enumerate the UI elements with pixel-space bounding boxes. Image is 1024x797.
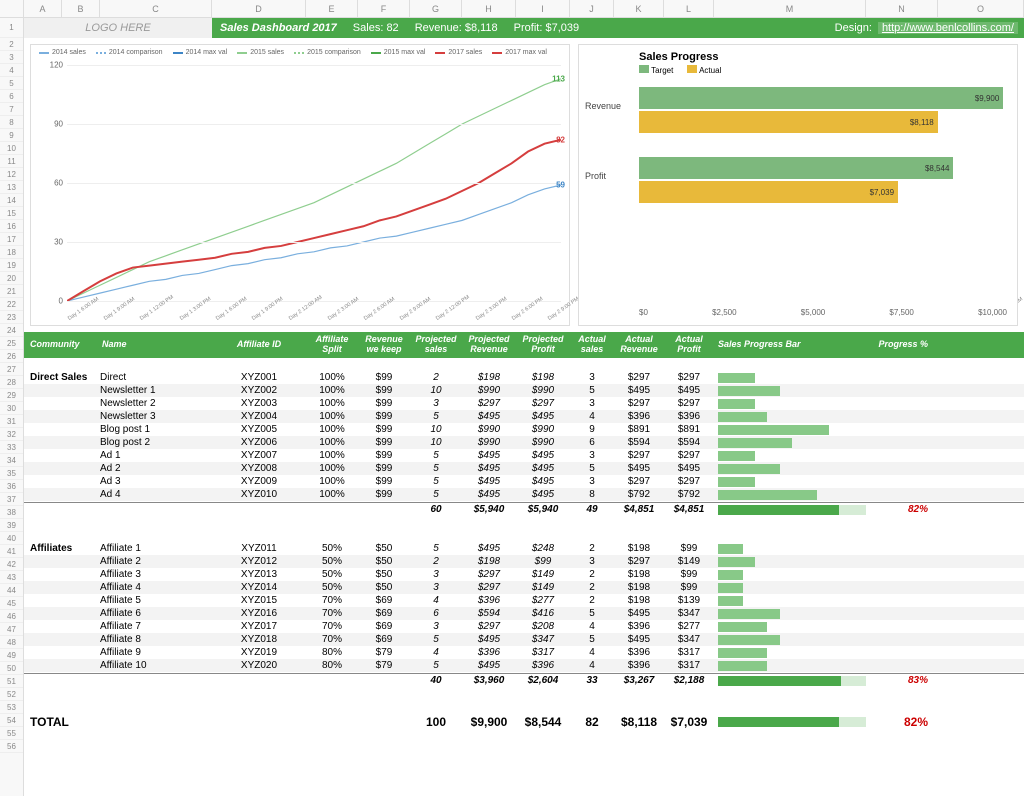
table-row[interactable]: Ad 4XYZ010100%$995$495$4958$792$792	[24, 488, 1024, 501]
dashboard-title: Sales Dashboard 2017	[212, 22, 345, 34]
data-table: Direct SalesDirectXYZ001100%$992$198$198…	[24, 358, 1024, 796]
table-row[interactable]: Ad 1XYZ007100%$995$495$4953$297$297	[24, 449, 1024, 462]
sales-label: Sales:	[353, 22, 384, 34]
total-row: TOTAL100$9,900$8,54482$8,118$7,03982%	[24, 713, 1024, 731]
table-row[interactable]: AffiliatesAffiliate 1XYZ01150%$505$495$2…	[24, 542, 1024, 555]
sales-time-chart: 2014 sales 2014 comparison 2014 max val 201…	[30, 44, 570, 326]
profit-value: $7,039	[545, 22, 579, 34]
table-row[interactable]: Affiliate 6XYZ01670%$696$594$4165$495$34…	[24, 607, 1024, 620]
legend-item: 2015 sales	[237, 49, 284, 56]
bar-category-label: Revenue	[585, 101, 621, 111]
bar: $7,039	[639, 181, 898, 203]
table-row[interactable]: Newsletter 2XYZ003100%$993$297$2973$297$…	[24, 397, 1024, 410]
table-header-cell: Actual Profit	[664, 335, 714, 355]
table-row[interactable]: Affiliate 9XYZ01980%$794$396$3174$396$31…	[24, 646, 1024, 659]
row-header-column: 1234567891011121314151617181920212223242…	[0, 18, 24, 796]
table-row[interactable]: Affiliate 2XYZ01250%$502$198$993$297$149	[24, 555, 1024, 568]
table-row[interactable]: Affiliate 10XYZ02080%$795$495$3964$396$3…	[24, 659, 1024, 672]
legend-item: Actual	[687, 65, 721, 75]
bar-chart-legend: Target Actual	[579, 65, 1017, 75]
table-row[interactable]: Blog post 1XYZ005100%$9910$990$9909$891$…	[24, 423, 1024, 436]
legend-item: 2015 max val	[371, 49, 426, 56]
bar-category-label: Profit	[585, 171, 606, 181]
table-header-cell: Progress %	[866, 340, 938, 350]
table-row[interactable]: Newsletter 1XYZ002100%$9910$990$9905$495…	[24, 384, 1024, 397]
design-label: Design:	[827, 22, 878, 34]
bar-chart-title: Sales Progress	[579, 45, 1017, 65]
legend-item: 2017 max val	[492, 49, 547, 56]
legend-item: 2014 sales	[39, 49, 86, 56]
table-header-cell: Community	[24, 340, 100, 350]
revenue-label: Revenue:	[415, 22, 462, 34]
logo-placeholder: LOGO HERE	[24, 18, 212, 38]
table-header-cell: Projected Revenue	[462, 335, 516, 355]
table-header-cell: Name	[100, 340, 212, 350]
profit-label: Profit:	[514, 22, 543, 34]
table-row[interactable]: Direct SalesDirectXYZ001100%$992$198$198…	[24, 371, 1024, 384]
bar: $9,900	[639, 87, 1003, 109]
bar: $8,118	[639, 111, 938, 133]
sales-summary: Sales: 82	[345, 22, 407, 34]
legend-item: 2017 sales	[435, 49, 482, 56]
table-row[interactable]: Ad 2XYZ008100%$995$495$4955$495$495	[24, 462, 1024, 475]
table-header-cell: Projected sales	[410, 335, 462, 355]
column-header-row: ABCDEFGHIJKLMNO	[0, 0, 1024, 18]
legend-item: Target	[639, 65, 673, 75]
table-header-cell: Affiliate ID	[212, 340, 306, 350]
design-link[interactable]: http://www.benlcollins.com/	[878, 22, 1018, 34]
sales-value: 82	[386, 22, 398, 34]
table-row[interactable]: Blog post 2XYZ006100%$9910$990$9906$594$…	[24, 436, 1024, 449]
table-row[interactable]: Affiliate 4XYZ01450%$503$297$1492$198$99	[24, 581, 1024, 594]
table-header-cell: Actual Revenue	[614, 335, 664, 355]
subtotal-row: 60$5,940$5,94049$4,851$4,85182%	[24, 502, 1024, 516]
spreadsheet: ABCDEFGHIJKLMNO 123456789101112131415161…	[0, 0, 1024, 796]
table-header-cell: Affiliate Split	[306, 335, 358, 355]
bar: $8,544	[639, 157, 953, 179]
revenue-summary: Revenue: $8,118	[407, 22, 506, 34]
table-header-cell: Sales Progress Bar	[714, 340, 866, 350]
table-row[interactable]: Ad 3XYZ009100%$995$495$4953$297$297	[24, 475, 1024, 488]
table-row[interactable]: Affiliate 8XYZ01870%$695$495$3475$495$34…	[24, 633, 1024, 646]
table-header-row: CommunityNameAffiliate IDAffiliate Split…	[24, 332, 1024, 358]
line-chart-legend: 2014 sales 2014 comparison 2014 max val 201…	[31, 45, 569, 60]
subtotal-row: 40$3,960$2,60433$3,267$2,18883%	[24, 673, 1024, 687]
table-header-cell: Actual sales	[570, 335, 614, 355]
revenue-value: $8,118	[465, 22, 498, 34]
legend-item: 2015 comparison	[294, 49, 361, 56]
table-header-cell: Revenue we keep	[358, 335, 410, 355]
dashboard-header: LOGO HERE Sales Dashboard 2017 Sales: 82…	[24, 18, 1024, 38]
legend-item: 2014 comparison	[96, 49, 163, 56]
table-row[interactable]: Newsletter 3XYZ004100%$995$495$4954$396$…	[24, 410, 1024, 423]
table-row[interactable]: Affiliate 5XYZ01570%$694$396$2772$198$13…	[24, 594, 1024, 607]
sales-progress-chart: Sales Progress Target Actual Revenue $9,9…	[578, 44, 1018, 326]
table-row[interactable]: Affiliate 7XYZ01770%$693$297$2084$396$27…	[24, 620, 1024, 633]
profit-summary: Profit: $7,039	[506, 22, 587, 34]
table-row[interactable]: Affiliate 3XYZ01350%$503$297$1492$198$99	[24, 568, 1024, 581]
table-header-cell: Projected Profit	[516, 335, 570, 355]
legend-item: 2014 max val	[173, 49, 228, 56]
